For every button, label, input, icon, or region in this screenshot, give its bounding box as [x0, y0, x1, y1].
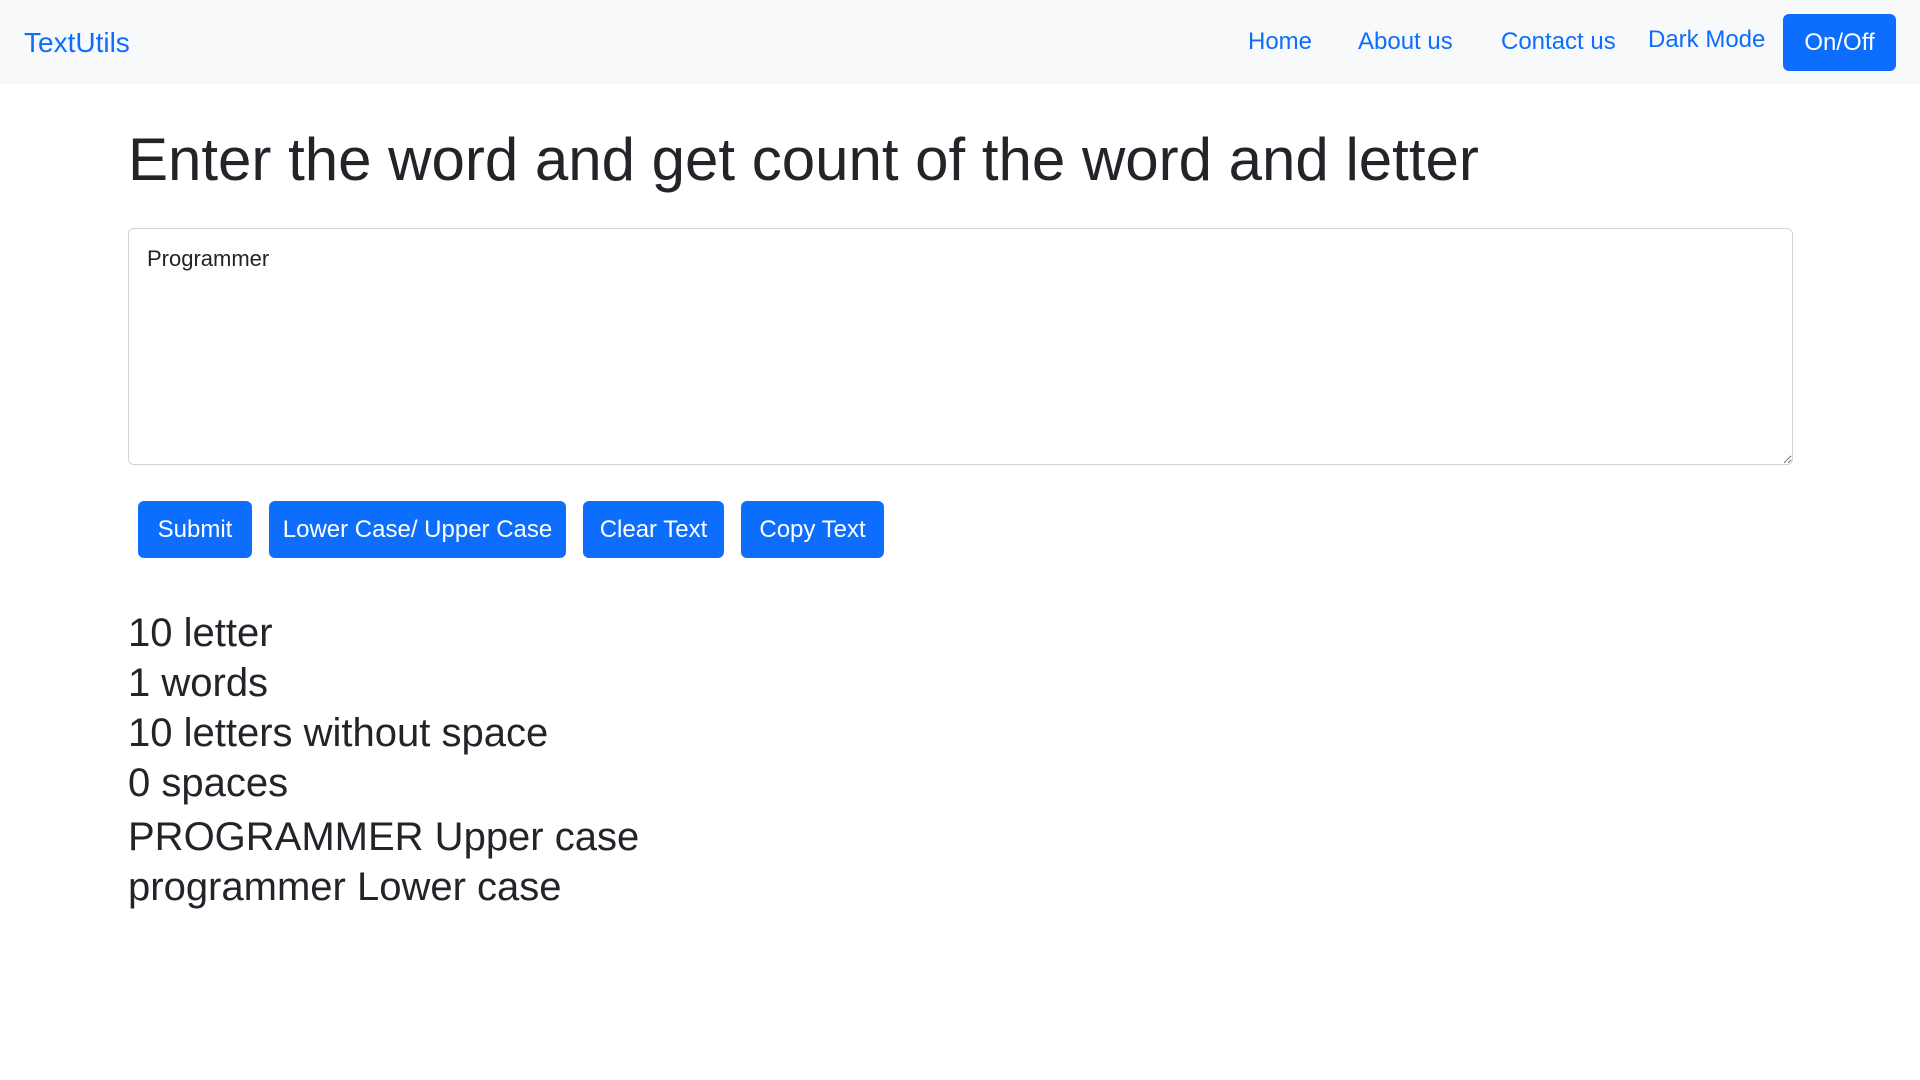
letters-without-space-count: 10 letters without space	[128, 711, 549, 755]
clear-text-button[interactable]: Clear Text	[583, 501, 724, 558]
navbar: TextUtils Home About us Contact us Dark …	[0, 0, 1920, 84]
toggle-case-button[interactable]: Lower Case/ Upper Case	[269, 501, 566, 558]
copy-text-button[interactable]: Copy Text	[741, 501, 884, 558]
text-input[interactable]	[128, 228, 1793, 465]
space-count: 0 spaces	[128, 761, 289, 805]
upper-case-result: PROGRAMMER Upper case	[128, 815, 640, 859]
dark-mode-toggle-button[interactable]: On/Off	[1783, 14, 1896, 71]
word-count: 1 words	[128, 661, 269, 705]
lower-case-result: programmer Lower case	[128, 865, 562, 909]
nav-link-about[interactable]: About us	[1358, 26, 1453, 58]
dark-mode-label[interactable]: Dark Mode	[1648, 24, 1765, 56]
nav-link-home[interactable]: Home	[1248, 26, 1312, 58]
letter-count: 10 letter	[128, 611, 273, 655]
page-title: Enter the word and get count of the word…	[128, 126, 1479, 193]
nav-link-contact[interactable]: Contact us	[1501, 26, 1616, 58]
text-summary: 10 letter 1 words 10 letters without spa…	[128, 608, 639, 912]
brand-link[interactable]: TextUtils	[24, 26, 130, 60]
submit-button[interactable]: Submit	[138, 501, 252, 558]
